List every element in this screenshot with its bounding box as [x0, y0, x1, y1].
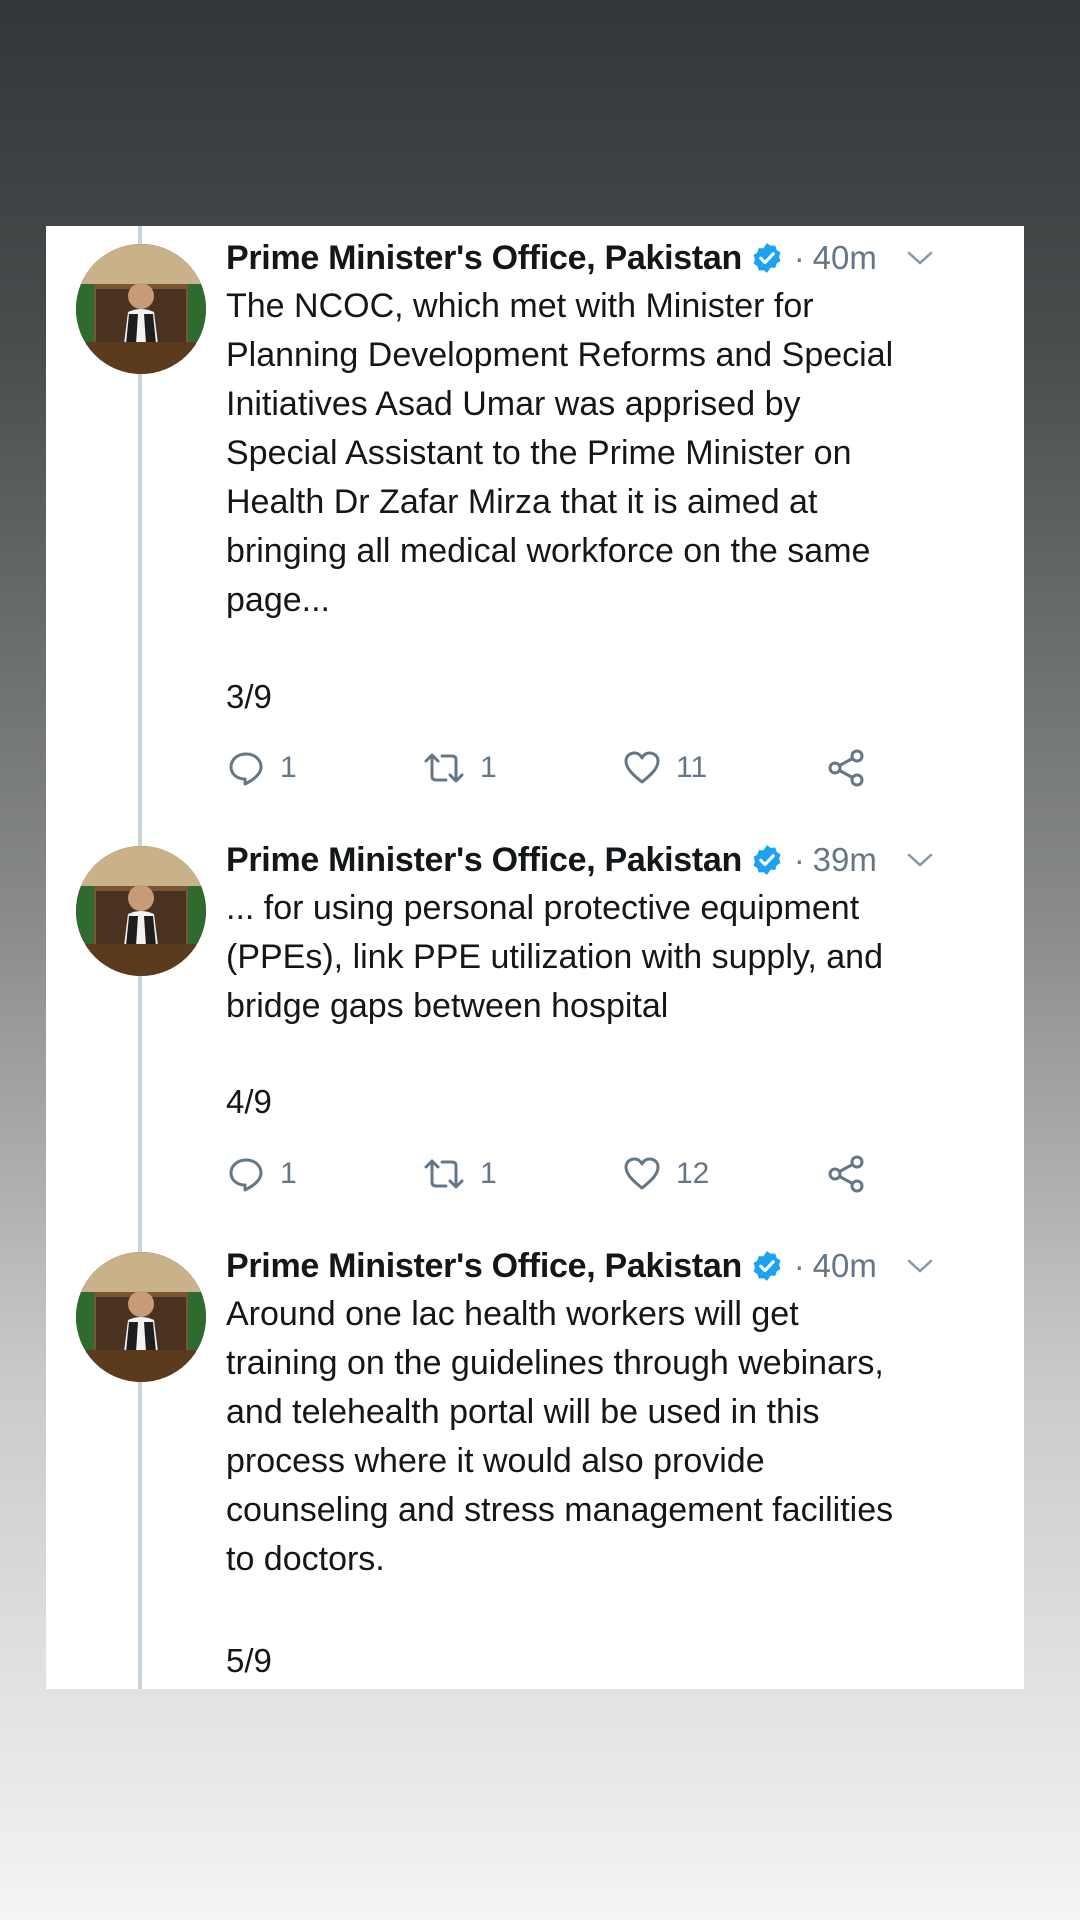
like-button[interactable]: 11: [622, 746, 707, 790]
timestamp[interactable]: 40m: [813, 1247, 877, 1285]
avatar[interactable]: [76, 846, 206, 976]
tweet-text: Around one lac health workers will get t…: [226, 1295, 894, 1578]
verified-badge-icon: [753, 1251, 781, 1281]
verified-badge-icon: [753, 243, 781, 273]
avatar-image: [76, 244, 206, 374]
share-icon: [828, 1155, 864, 1193]
thread-counter: 4/9: [226, 1083, 272, 1120]
tweet-header: Prime Minister's Office, Pakistan · 40m: [226, 236, 1006, 280]
retweet-count: 1: [480, 751, 497, 784]
avatar-image: [76, 1252, 206, 1382]
heart-icon: [624, 751, 660, 784]
avatar[interactable]: [76, 1252, 206, 1382]
reply-count: 1: [280, 1157, 297, 1190]
share-button[interactable]: [826, 746, 866, 790]
author-name[interactable]: Prime Minister's Office, Pakistan: [226, 841, 742, 880]
reply-count: 1: [280, 751, 297, 784]
timestamp[interactable]: 39m: [813, 841, 877, 879]
reply-button[interactable]: 1: [226, 1152, 297, 1196]
retweet-button[interactable]: 1: [422, 1152, 497, 1196]
thread-counter: 3/9: [226, 678, 272, 715]
retweet-icon: [424, 753, 464, 783]
retweet-button[interactable]: 1: [422, 746, 497, 790]
like-count: 11: [676, 751, 708, 784]
avatar[interactable]: [76, 244, 206, 374]
reply-icon: [229, 752, 263, 786]
tweet-header: Prime Minister's Office, Pakistan · 39m: [226, 838, 1006, 882]
author-name[interactable]: Prime Minister's Office, Pakistan: [226, 1247, 742, 1286]
tweet-header: Prime Minister's Office, Pakistan · 40m: [226, 1244, 1006, 1288]
tweet-thread-card: Prime Minister's Office, Pakistan · 40m …: [46, 226, 1024, 1689]
like-button[interactable]: 12: [622, 1152, 709, 1196]
tweet-actions: 1 1 11: [226, 746, 1006, 790]
tweet-5[interactable]: Prime Minister's Office, Pakistan · 40m …: [46, 1234, 1024, 1689]
tweet-4[interactable]: Prime Minister's Office, Pakistan · 39m …: [46, 828, 1024, 1234]
tweet-3[interactable]: Prime Minister's Office, Pakistan · 40m …: [46, 226, 1024, 826]
reply-icon: [229, 1158, 263, 1192]
share-icon: [828, 749, 864, 787]
chevron-down-icon[interactable]: [905, 1256, 935, 1276]
separator-dot: ·: [793, 841, 805, 878]
thread-counter: 5/9: [226, 1642, 272, 1679]
timestamp[interactable]: 40m: [813, 239, 877, 277]
separator-dot: ·: [793, 1247, 805, 1284]
reply-button[interactable]: 1: [226, 746, 297, 790]
chevron-down-icon[interactable]: [905, 850, 935, 870]
author-name[interactable]: Prime Minister's Office, Pakistan: [226, 239, 742, 278]
share-button[interactable]: [826, 1152, 866, 1196]
retweet-count: 1: [480, 1157, 497, 1190]
separator-dot: ·: [793, 239, 805, 276]
avatar-image: [76, 846, 206, 976]
chevron-down-icon[interactable]: [905, 248, 935, 268]
tweet-text: ... for using personal protective equipm…: [226, 889, 883, 1025]
verified-badge-icon: [753, 845, 781, 875]
tweet-text: The NCOC, which met with Minister for Pl…: [226, 287, 894, 619]
tweet-actions: 1 1 12: [226, 1152, 1006, 1196]
like-count: 12: [676, 1157, 710, 1190]
heart-icon: [624, 1157, 660, 1190]
retweet-icon: [424, 1159, 464, 1189]
